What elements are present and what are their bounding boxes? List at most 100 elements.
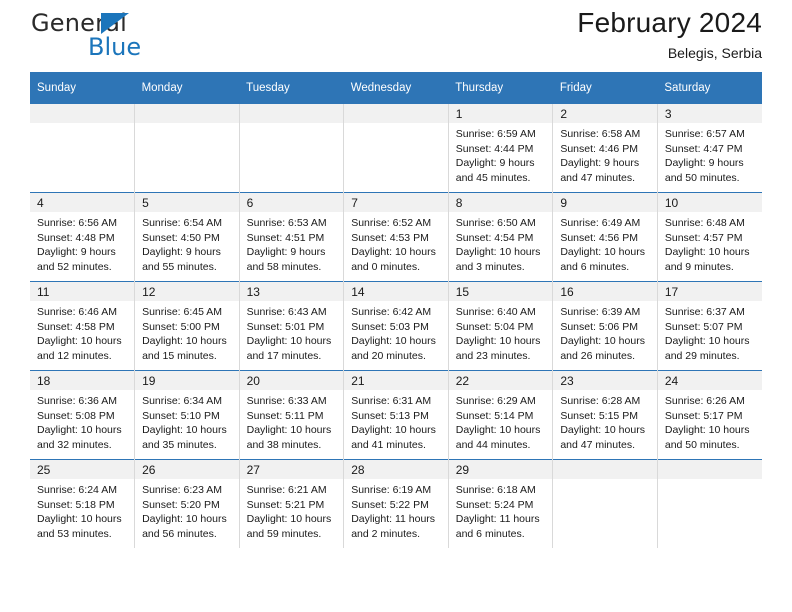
title-block: February 2024 Belegis, Serbia: [577, 6, 762, 63]
day-number: [30, 104, 135, 123]
sunrise-text: Sunrise: 6:29 AM: [455, 395, 536, 407]
sunrise-text: Sunrise: 6:39 AM: [560, 306, 641, 318]
sunrise-text: Sunrise: 6:36 AM: [37, 395, 117, 407]
weekday-header-monday: Monday: [134, 72, 240, 104]
day-number: 4: [30, 193, 135, 212]
sunset-text: Sunset: 5:13 PM: [351, 409, 429, 422]
sunrise-text: Sunrise: 6:40 AM: [455, 306, 536, 318]
sunset-text: Sunset: 5:15 PM: [560, 409, 638, 422]
daylight-text-line1: Daylight: 10 hours: [664, 424, 750, 437]
day-cell[interactable]: 11 Sunrise: 6:46 AM Sunset: 4:58 PM Dayligh…: [30, 281, 136, 371]
day-details: Sunrise: 6:26 AM Sunset: 5:17 PM Daylight:…: [658, 390, 762, 452]
day-cell[interactable]: 23 Sunrise: 6:28 AM Sunset: 5:15 PM Dayligh…: [552, 370, 658, 460]
logo-text-blue: Blue: [88, 33, 142, 61]
sunrise-text: Sunrise: 6:53 AM: [246, 217, 327, 229]
daylight-text-line1: Daylight: 9 hours: [246, 246, 326, 259]
day-cell[interactable]: 28 Sunrise: 6:19 AM Sunset: 5:22 PM Dayligh…: [343, 459, 449, 548]
day-cell-empty: [239, 104, 345, 193]
daylight-text-line1: Daylight: 10 hours: [142, 513, 227, 526]
day-details: Sunrise: 6:34 AM Sunset: 5:10 PM Daylight:…: [135, 390, 239, 452]
sunrise-text: Sunrise: 6:43 AM: [246, 306, 327, 318]
day-cell[interactable]: 13 Sunrise: 6:43 AM Sunset: 5:01 PM Dayligh…: [239, 281, 345, 371]
day-number: 24: [657, 371, 762, 390]
sunset-text: Sunset: 5:17 PM: [664, 409, 743, 422]
sunrise-text: Sunrise: 6:37 AM: [664, 306, 745, 318]
day-cell[interactable]: 18 Sunrise: 6:36 AM Sunset: 5:08 PM Dayligh…: [30, 370, 136, 460]
daylight-text-line1: Daylight: 10 hours: [37, 424, 122, 437]
daylight-text-line2: and 23 minutes.: [455, 349, 531, 362]
day-cell[interactable]: 26 Sunrise: 6:23 AM Sunset: 5:20 PM Dayligh…: [134, 459, 240, 548]
day-number: 8: [448, 193, 553, 212]
sunrise-text: Sunrise: 6:59 AM: [455, 128, 536, 140]
day-cell[interactable]: 14 Sunrise: 6:42 AM Sunset: 5:03 PM Dayligh…: [343, 281, 449, 371]
day-cell[interactable]: 1 Sunrise: 6:59 AM Sunset: 4:44 PM Daylight…: [448, 104, 554, 193]
day-details: Sunrise: 6:52 AM Sunset: 4:53 PM Daylight:…: [344, 212, 448, 274]
day-cell[interactable]: 27 Sunrise: 6:21 AM Sunset: 5:21 PM Dayligh…: [239, 459, 345, 548]
weekday-header-sunday: Sunday: [30, 72, 135, 104]
day-cell[interactable]: 2 Sunrise: 6:58 AM Sunset: 4:46 PM Daylight…: [552, 104, 658, 193]
day-number: 26: [135, 460, 239, 479]
day-number: [657, 460, 762, 479]
day-details: Sunrise: 6:31 AM Sunset: 5:13 PM Daylight:…: [344, 390, 448, 452]
day-details: Sunrise: 6:59 AM Sunset: 4:44 PM Daylight:…: [449, 123, 553, 185]
day-details: Sunrise: 6:48 AM Sunset: 4:57 PM Daylight:…: [658, 212, 762, 274]
day-cell[interactable]: 22 Sunrise: 6:29 AM Sunset: 5:14 PM Dayligh…: [448, 370, 554, 460]
day-details: Sunrise: 6:45 AM Sunset: 5:00 PM Daylight:…: [135, 301, 239, 363]
day-cell[interactable]: 12 Sunrise: 6:45 AM Sunset: 5:00 PM Dayligh…: [134, 281, 240, 371]
sunset-text: Sunset: 5:22 PM: [351, 498, 429, 511]
day-number: 1: [448, 104, 553, 123]
calendar-body: 1 Sunrise: 6:59 AM Sunset: 4:44 PM Daylight…: [30, 104, 762, 548]
sunset-text: Sunset: 4:58 PM: [37, 320, 115, 333]
sunset-text: Sunset: 5:01 PM: [246, 320, 325, 333]
daylight-text-line1: Daylight: 10 hours: [351, 424, 436, 437]
day-details: Sunrise: 6:40 AM Sunset: 5:04 PM Daylight:…: [449, 301, 553, 363]
day-cell[interactable]: 29 Sunrise: 6:18 AM Sunset: 5:24 PM Dayligh…: [448, 459, 554, 548]
day-cell[interactable]: 21 Sunrise: 6:31 AM Sunset: 5:13 PM Dayligh…: [343, 370, 449, 460]
day-details: [30, 123, 134, 127]
page-title: February 2024: [577, 7, 762, 38]
daylight-text-line1: Daylight: 10 hours: [664, 246, 750, 259]
day-cell[interactable]: 4 Sunrise: 6:56 AM Sunset: 4:48 PM Daylight…: [30, 192, 136, 282]
daylight-text-line2: and 17 minutes.: [246, 349, 322, 362]
day-details: Sunrise: 6:54 AM Sunset: 4:50 PM Daylight:…: [135, 212, 239, 274]
daylight-text-line1: Daylight: 9 hours: [37, 246, 116, 259]
sunrise-text: Sunrise: 6:45 AM: [142, 306, 223, 318]
sunrise-text: Sunrise: 6:50 AM: [455, 217, 536, 229]
day-number: 21: [344, 371, 448, 390]
day-details: [135, 123, 239, 127]
daylight-text-line1: Daylight: 10 hours: [560, 246, 645, 259]
day-details: Sunrise: 6:18 AM Sunset: 5:24 PM Daylight:…: [449, 479, 553, 541]
day-cell[interactable]: 15 Sunrise: 6:40 AM Sunset: 5:04 PM Dayligh…: [448, 281, 554, 371]
day-number: 14: [344, 282, 448, 301]
page-header: General Blue February 2024 Belegis, Serb…: [30, 0, 762, 72]
daylight-text-line2: and 45 minutes.: [455, 171, 531, 184]
day-cell[interactable]: 8 Sunrise: 6:50 AM Sunset: 4:54 PM Daylight…: [448, 192, 554, 282]
day-cell[interactable]: 3 Sunrise: 6:57 AM Sunset: 4:47 PM Daylight…: [657, 104, 762, 193]
day-cell[interactable]: 10 Sunrise: 6:48 AM Sunset: 4:57 PM Dayligh…: [657, 192, 762, 282]
sunset-text: Sunset: 5:20 PM: [142, 498, 220, 511]
day-details: Sunrise: 6:19 AM Sunset: 5:22 PM Daylight:…: [344, 479, 448, 541]
day-cell[interactable]: 24 Sunrise: 6:26 AM Sunset: 5:17 PM Dayligh…: [657, 370, 762, 460]
daylight-text-line2: and 55 minutes.: [142, 260, 217, 273]
daylight-text-line1: Daylight: 10 hours: [560, 335, 645, 348]
day-cell[interactable]: 7 Sunrise: 6:52 AM Sunset: 4:53 PM Daylight…: [343, 192, 449, 282]
day-details: [658, 479, 762, 483]
day-cell[interactable]: 25 Sunrise: 6:24 AM Sunset: 5:18 PM Dayligh…: [30, 459, 136, 548]
day-cell[interactable]: 6 Sunrise: 6:53 AM Sunset: 4:51 PM Daylight…: [239, 192, 345, 282]
day-cell[interactable]: 9 Sunrise: 6:49 AM Sunset: 4:56 PM Daylight…: [552, 192, 658, 282]
daylight-text-line1: Daylight: 10 hours: [560, 424, 645, 437]
day-number: 15: [448, 282, 553, 301]
day-number: 9: [553, 193, 657, 212]
daylight-text-line2: and 29 minutes.: [664, 349, 740, 362]
day-cell[interactable]: 16 Sunrise: 6:39 AM Sunset: 5:06 PM Dayligh…: [552, 281, 658, 371]
day-cell[interactable]: 5 Sunrise: 6:54 AM Sunset: 4:50 PM Daylight…: [134, 192, 240, 282]
sunrise-text: Sunrise: 6:52 AM: [351, 217, 432, 229]
day-cell[interactable]: 17 Sunrise: 6:37 AM Sunset: 5:07 PM Dayligh…: [657, 281, 762, 371]
sunset-text: Sunset: 5:00 PM: [142, 320, 220, 333]
daylight-text-line2: and 53 minutes.: [37, 527, 112, 540]
general-blue-logo[interactable]: General Blue: [30, 10, 210, 66]
calendar-week-row: 4 Sunrise: 6:56 AM Sunset: 4:48 PM Daylight…: [30, 192, 762, 282]
day-cell[interactable]: 20 Sunrise: 6:33 AM Sunset: 5:11 PM Dayligh…: [239, 370, 345, 460]
day-cell[interactable]: 19 Sunrise: 6:34 AM Sunset: 5:10 PM Dayligh…: [134, 370, 240, 460]
daylight-text-line2: and 35 minutes.: [142, 438, 217, 451]
